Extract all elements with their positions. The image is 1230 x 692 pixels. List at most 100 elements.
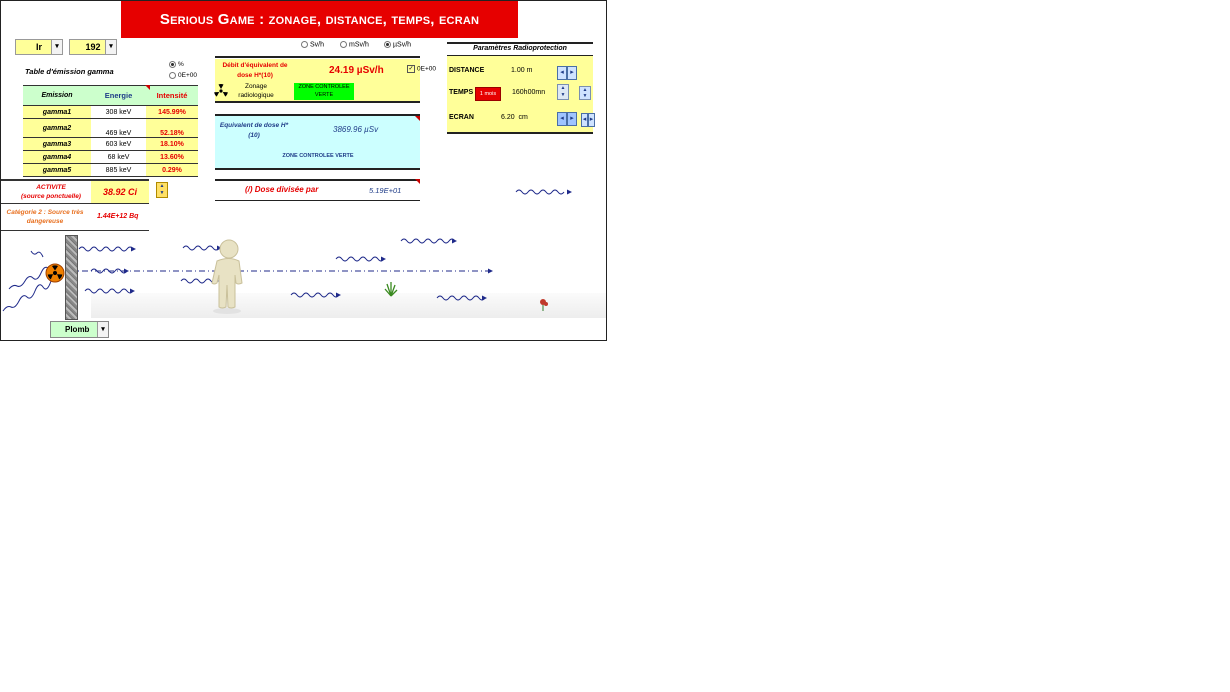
radiation-wave: [335, 256, 385, 262]
emission-table-title: Table d'émission gamma: [25, 67, 114, 76]
chevron-down-icon: ▾: [51, 40, 62, 54]
radiation-wave: [400, 238, 456, 244]
unit-label-sv: Sv/h: [310, 41, 325, 49]
divider: [447, 132, 593, 134]
radiation-wave: [436, 295, 486, 301]
isotope-mass-dropdown[interactable]: 192 ▾: [69, 39, 117, 55]
radiation-wave: [2, 280, 52, 312]
arrow-right-icon[interactable]: ▸: [567, 112, 577, 126]
temps-unit-button[interactable]: 1 mois: [475, 87, 501, 101]
arrow-left-icon[interactable]: ◂: [581, 113, 588, 127]
radio-icon: [301, 41, 308, 48]
temps-value: 160h00mn: [512, 89, 546, 96]
format-sci-radio[interactable]: 0E+00: [169, 72, 197, 79]
person-figure: [209, 239, 245, 315]
radiation-wave: [290, 292, 340, 298]
emission-name: gamma3: [23, 137, 91, 151]
arrow-left-icon[interactable]: ◂: [557, 112, 567, 126]
table-row: gamma2 469 keV 52.18%: [23, 118, 198, 138]
table-row: gamma1 308 keV 145.99%: [23, 105, 198, 119]
unit-radio-sv[interactable]: Sv/h: [301, 41, 324, 48]
distance-value: 1.00 m: [511, 67, 533, 74]
divider: [215, 56, 420, 58]
emission-energy: 308 keV: [91, 105, 146, 119]
radiation-trefoil-icon: [213, 83, 229, 99]
emission-name: gamma1: [23, 105, 91, 119]
comment-marker-icon: [145, 85, 150, 90]
col-header-emission: Emission: [23, 85, 91, 106]
zonage-label: Zonage radiologique: [238, 83, 274, 99]
arrow-right-icon[interactable]: ▸: [567, 66, 577, 80]
radio-icon: [340, 41, 347, 48]
emission-intensity: 13.60%: [146, 150, 198, 164]
game-sheet: Serious Game : zonage, distance, temps, …: [0, 0, 607, 341]
flower-icon: [537, 298, 549, 312]
isotope-element-dropdown[interactable]: Ir ▾: [15, 39, 63, 55]
table-row: gamma4 68 keV 13.60%: [23, 150, 198, 164]
sci-format-checkbox[interactable]: ✓ 0E+00: [407, 65, 436, 73]
checkmark-icon: ✓: [407, 65, 415, 73]
temps-spinner[interactable]: ▲ ▼: [557, 84, 569, 100]
divider: [447, 42, 593, 44]
radiation-wave: [30, 250, 44, 258]
radio-selected-icon: [169, 61, 176, 68]
emission-intensity: 52.18%: [146, 118, 198, 138]
radiation-wave: [84, 288, 134, 294]
distance-label: DISTANCE: [449, 67, 485, 74]
radiation-scene: [2, 189, 572, 312]
dose-rate-label: Débit d'équivalent de dose H*(10): [222, 62, 288, 79]
radiation-wave: [78, 246, 134, 252]
format-percent-radio[interactable]: %: [169, 61, 184, 68]
radio-icon: [169, 72, 176, 79]
dose-rate-value: 24.19 µSv/h: [329, 65, 384, 76]
ecran-fine-scroller[interactable]: ◂ ▸: [581, 108, 595, 127]
shield-wall: [65, 235, 78, 320]
radio-selected-icon: [384, 41, 391, 48]
dose-equiv-label: Equivalent de dose H*(10): [219, 122, 289, 139]
grass-icon: [383, 281, 399, 297]
emission-name: gamma2: [23, 118, 91, 138]
unit-label-usv: µSv/h: [393, 41, 412, 49]
emission-table: Emission Energie Intensité gamma1 308 ke…: [23, 85, 198, 177]
emission-intensity: 18.10%: [146, 137, 198, 151]
ecran-scroller[interactable]: ◂ ▸: [557, 107, 577, 126]
ecran-value: 6.20 cm: [501, 114, 528, 121]
temps-label: TEMPS: [449, 89, 474, 96]
col-header-intensity: Intensité: [146, 85, 198, 106]
emission-intensity: 145.99%: [146, 105, 198, 119]
table-row: gamma3 603 keV 18.10%: [23, 137, 198, 151]
format-sci-label: 0E+00: [178, 72, 197, 80]
temps-fine-spinner[interactable]: ▲ ▼: [579, 86, 591, 100]
spin-up-icon[interactable]: ▲: [558, 85, 568, 92]
comment-marker-icon: [415, 116, 420, 121]
radiation-wave: [515, 189, 565, 195]
spin-down-icon[interactable]: ▼: [580, 93, 590, 99]
divider: [215, 168, 420, 170]
unit-radio-msv[interactable]: mSv/h: [340, 41, 369, 48]
chevron-down-icon: ▾: [97, 322, 108, 337]
emission-name: gamma4: [23, 150, 91, 164]
distance-scroller[interactable]: ◂ ▸: [557, 61, 577, 80]
unit-label-msv: mSv/h: [349, 41, 369, 49]
divider: [215, 101, 420, 103]
spin-down-icon[interactable]: ▼: [558, 92, 568, 99]
arrow-right-icon[interactable]: ▸: [588, 113, 595, 127]
ecran-label: ECRAN: [449, 114, 474, 121]
col-header-energy: Energie: [91, 85, 146, 106]
dose-equiv-zone: ZONE CONTROLEE VERTE: [282, 153, 354, 159]
radiation-wave: [8, 266, 50, 290]
shield-material-value: Plomb: [65, 325, 90, 334]
sci-format-label: 0E+00: [417, 65, 436, 73]
dose-equiv-value: 3869.96 µSv: [333, 125, 379, 134]
emission-energy: 469 keV: [91, 118, 146, 138]
chevron-down-icon: ▾: [105, 40, 116, 54]
shield-material-dropdown[interactable]: Plomb ▾: [50, 321, 109, 338]
zone-badge: ZONE CONTROLEE VERTE: [294, 83, 354, 100]
arrow-left-icon[interactable]: ◂: [557, 66, 567, 80]
isotope-element-value: Ir: [35, 42, 42, 52]
emission-energy: 68 keV: [91, 150, 146, 164]
format-percent-label: %: [178, 61, 184, 69]
unit-radio-usv[interactable]: µSv/h: [384, 41, 411, 48]
radiation-source-icon: [45, 263, 65, 283]
title-banner: Serious Game : zonage, distance, temps, …: [121, 1, 518, 38]
